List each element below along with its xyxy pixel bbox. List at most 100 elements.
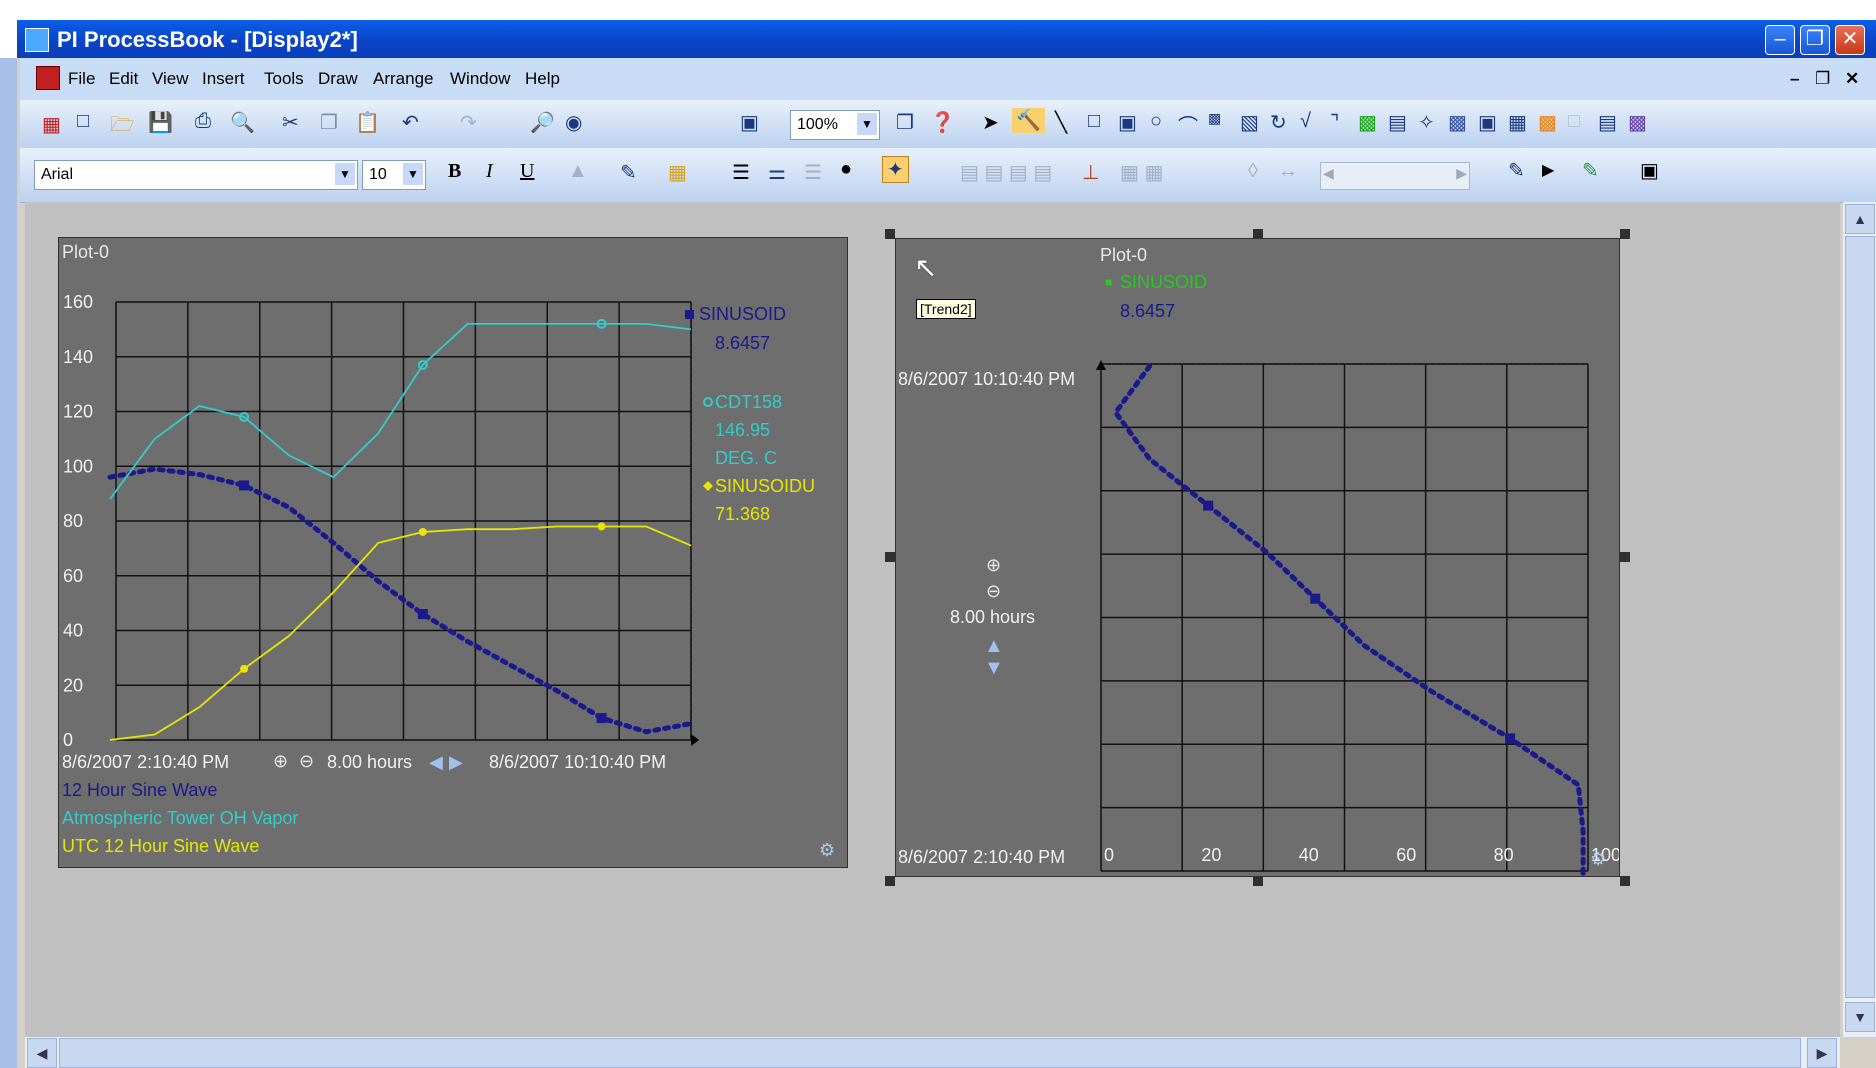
- menu-insert[interactable]: Insert: [202, 69, 245, 89]
- undo-icon[interactable]: ↶: [402, 110, 419, 135]
- paste-icon[interactable]: 📋: [355, 110, 380, 135]
- menu-tools[interactable]: Tools: [264, 69, 304, 89]
- menu-view[interactable]: View: [152, 69, 189, 89]
- redo-icon[interactable]: ↷: [460, 110, 477, 135]
- line-weight-icon[interactable]: ☰: [732, 160, 750, 185]
- selection-handle[interactable]: [1620, 552, 1630, 562]
- sql-icon[interactable]: ▩: [1538, 110, 1557, 135]
- bar-icon[interactable]: ▧: [1240, 110, 1259, 135]
- group-icon[interactable]: ⊥: [1082, 160, 1099, 185]
- help-icon[interactable]: ❓: [930, 110, 955, 135]
- copy-icon[interactable]: ❐: [320, 110, 338, 135]
- trend1-legend-tag-2[interactable]: SINUSOIDU: [715, 476, 815, 497]
- properties-icon[interactable]: ▤: [1598, 110, 1617, 135]
- vertical-scrollbar[interactable]: ▲ ▼: [1843, 202, 1876, 1037]
- line-style-icon[interactable]: ⚌: [768, 160, 786, 185]
- print-preview-icon[interactable]: 🔍: [230, 110, 255, 135]
- selection-handle[interactable]: [1620, 229, 1630, 239]
- ungroup-icon[interactable]: ▦ ▦: [1120, 160, 1163, 185]
- line-color-icon[interactable]: ✎: [620, 160, 637, 185]
- zoom-in-icon[interactable]: ⊕: [273, 751, 288, 772]
- selection-handle[interactable]: [1253, 876, 1263, 886]
- scroll-left-button[interactable]: ◀: [27, 1038, 57, 1068]
- arrow-style-icon[interactable]: ☰: [804, 160, 822, 185]
- menu-help[interactable]: Help: [525, 69, 560, 89]
- window-icon[interactable]: ❐: [896, 110, 914, 135]
- open-folder-icon[interactable]: 🗁: [110, 110, 135, 144]
- slider-control[interactable]: ◀ ▶: [1320, 162, 1470, 190]
- zoom-select[interactable]: 100% ▼: [790, 110, 880, 140]
- trend-plot-1[interactable]: Plot-0 160 140 120 100 80 60 40 20 0 SINUSOID 8.…: [58, 237, 848, 868]
- binoculars-icon[interactable]: ◉: [565, 110, 582, 135]
- scroll-right-button[interactable]: ▶: [1807, 1038, 1837, 1068]
- trend1-legend-tag-0[interactable]: SINUSOID: [699, 304, 786, 325]
- doc-minimize-icon[interactable]: –: [1790, 69, 1799, 89]
- arc-icon[interactable]: ⌒: [1178, 110, 1198, 139]
- rectangle-icon[interactable]: □: [1088, 110, 1100, 133]
- edit-mode-icon[interactable]: ✎: [1582, 158, 1599, 183]
- chevron-down-icon[interactable]: ▼: [857, 113, 877, 135]
- gear-icon[interactable]: ⚙: [819, 840, 835, 861]
- value-icon[interactable]: ▩: [1208, 110, 1221, 127]
- gear-icon[interactable]: ⚙: [1590, 849, 1606, 870]
- vba-icon[interactable]: ▩: [1628, 110, 1647, 135]
- link-icon[interactable]: ◊: [1248, 160, 1258, 183]
- menu-window[interactable]: Window: [450, 69, 510, 89]
- font-size-select[interactable]: 10 ▼: [362, 160, 426, 190]
- trend-icon[interactable]: √: [1300, 110, 1311, 133]
- rounded-rect-icon[interactable]: ▣: [1118, 110, 1137, 135]
- selection-handle[interactable]: [1253, 229, 1263, 239]
- chevron-down-icon[interactable]: ▼: [335, 163, 355, 185]
- title-bar[interactable]: PI ProcessBook - [Display2*] – ❐ ✕: [17, 20, 1876, 58]
- bold-button[interactable]: B: [448, 160, 461, 183]
- trend-plot-2[interactable]: Plot-0 ■ SINUSOID 8.6457 [Trend2] ↖ 8/6/…: [895, 238, 1620, 877]
- line-icon[interactable]: ╲: [1055, 110, 1067, 135]
- circle-fill-icon[interactable]: ●: [840, 158, 852, 181]
- control-icon[interactable]: ▦: [1508, 110, 1527, 135]
- scroll-back-icon[interactable]: ◀: [429, 752, 443, 773]
- chevron-down-icon[interactable]: ▼: [403, 163, 423, 185]
- doc-close-icon[interactable]: ✕: [1845, 69, 1859, 89]
- ellipse-icon[interactable]: ○: [1150, 110, 1162, 133]
- font-name-select[interactable]: Arial ▼: [34, 160, 358, 190]
- scroll-up-button[interactable]: ▲: [1845, 204, 1875, 234]
- chevron-left-icon[interactable]: ◀: [1323, 165, 1334, 182]
- selection-handle[interactable]: [885, 552, 895, 562]
- tools-icon[interactable]: ✧: [1418, 110, 1435, 135]
- fill-color-icon[interactable]: ▲: [568, 160, 588, 183]
- cut-icon[interactable]: ✂: [282, 110, 299, 135]
- scroll-thumb[interactable]: [59, 1038, 1801, 1068]
- menu-draw[interactable]: Draw: [318, 69, 358, 89]
- display-icon[interactable]: ▦: [42, 112, 61, 137]
- print-icon[interactable]: ⎙: [195, 110, 211, 133]
- horizontal-scrollbar[interactable]: ◀ ▶: [25, 1037, 1840, 1068]
- macro-icon[interactable]: ✎: [1508, 158, 1525, 183]
- run-mode-icon[interactable]: 🔨: [1012, 108, 1045, 133]
- minimize-icon[interactable]: –: [1765, 25, 1795, 55]
- symbol-icon[interactable]: ▩: [1448, 110, 1467, 135]
- paint-bucket-icon[interactable]: ✦: [882, 156, 909, 183]
- restore-icon[interactable]: ❐: [1800, 25, 1830, 55]
- menu-arrange[interactable]: Arrange: [373, 69, 433, 89]
- menu-file[interactable]: File: [68, 69, 95, 89]
- chevron-right-icon[interactable]: ▶: [1456, 165, 1467, 182]
- italic-button[interactable]: I: [486, 160, 493, 183]
- trend2-chart[interactable]: 0 20 40 60 80 100: [896, 239, 1619, 876]
- align-icons[interactable]: ▤ ▤ ▤ ▤: [960, 160, 1052, 185]
- scroll-forward-icon[interactable]: ▶: [449, 752, 463, 773]
- resize-icon[interactable]: ↔: [1278, 160, 1298, 183]
- format-painter-icon[interactable]: ▣: [740, 110, 759, 135]
- zoom-out-icon[interactable]: ⊖: [299, 751, 314, 772]
- new-file-icon[interactable]: □: [77, 110, 89, 133]
- blank-icon[interactable]: □: [1568, 110, 1580, 133]
- select-arrow-icon[interactable]: ➤: [982, 110, 999, 135]
- scroll-thumb[interactable]: [1845, 236, 1875, 998]
- play-icon[interactable]: ▶: [1542, 160, 1554, 180]
- chart-icon[interactable]: ▩: [1358, 110, 1377, 135]
- trend1-legend-tag-1[interactable]: CDT158: [715, 392, 782, 413]
- save-icon[interactable]: 💾: [148, 110, 173, 135]
- scroll-down-button[interactable]: ▼: [1845, 1002, 1875, 1032]
- doc-restore-icon[interactable]: ❐: [1815, 69, 1830, 89]
- text-color-icon[interactable]: ▦: [668, 160, 687, 185]
- connector-icon[interactable]: ⌝: [1330, 110, 1339, 135]
